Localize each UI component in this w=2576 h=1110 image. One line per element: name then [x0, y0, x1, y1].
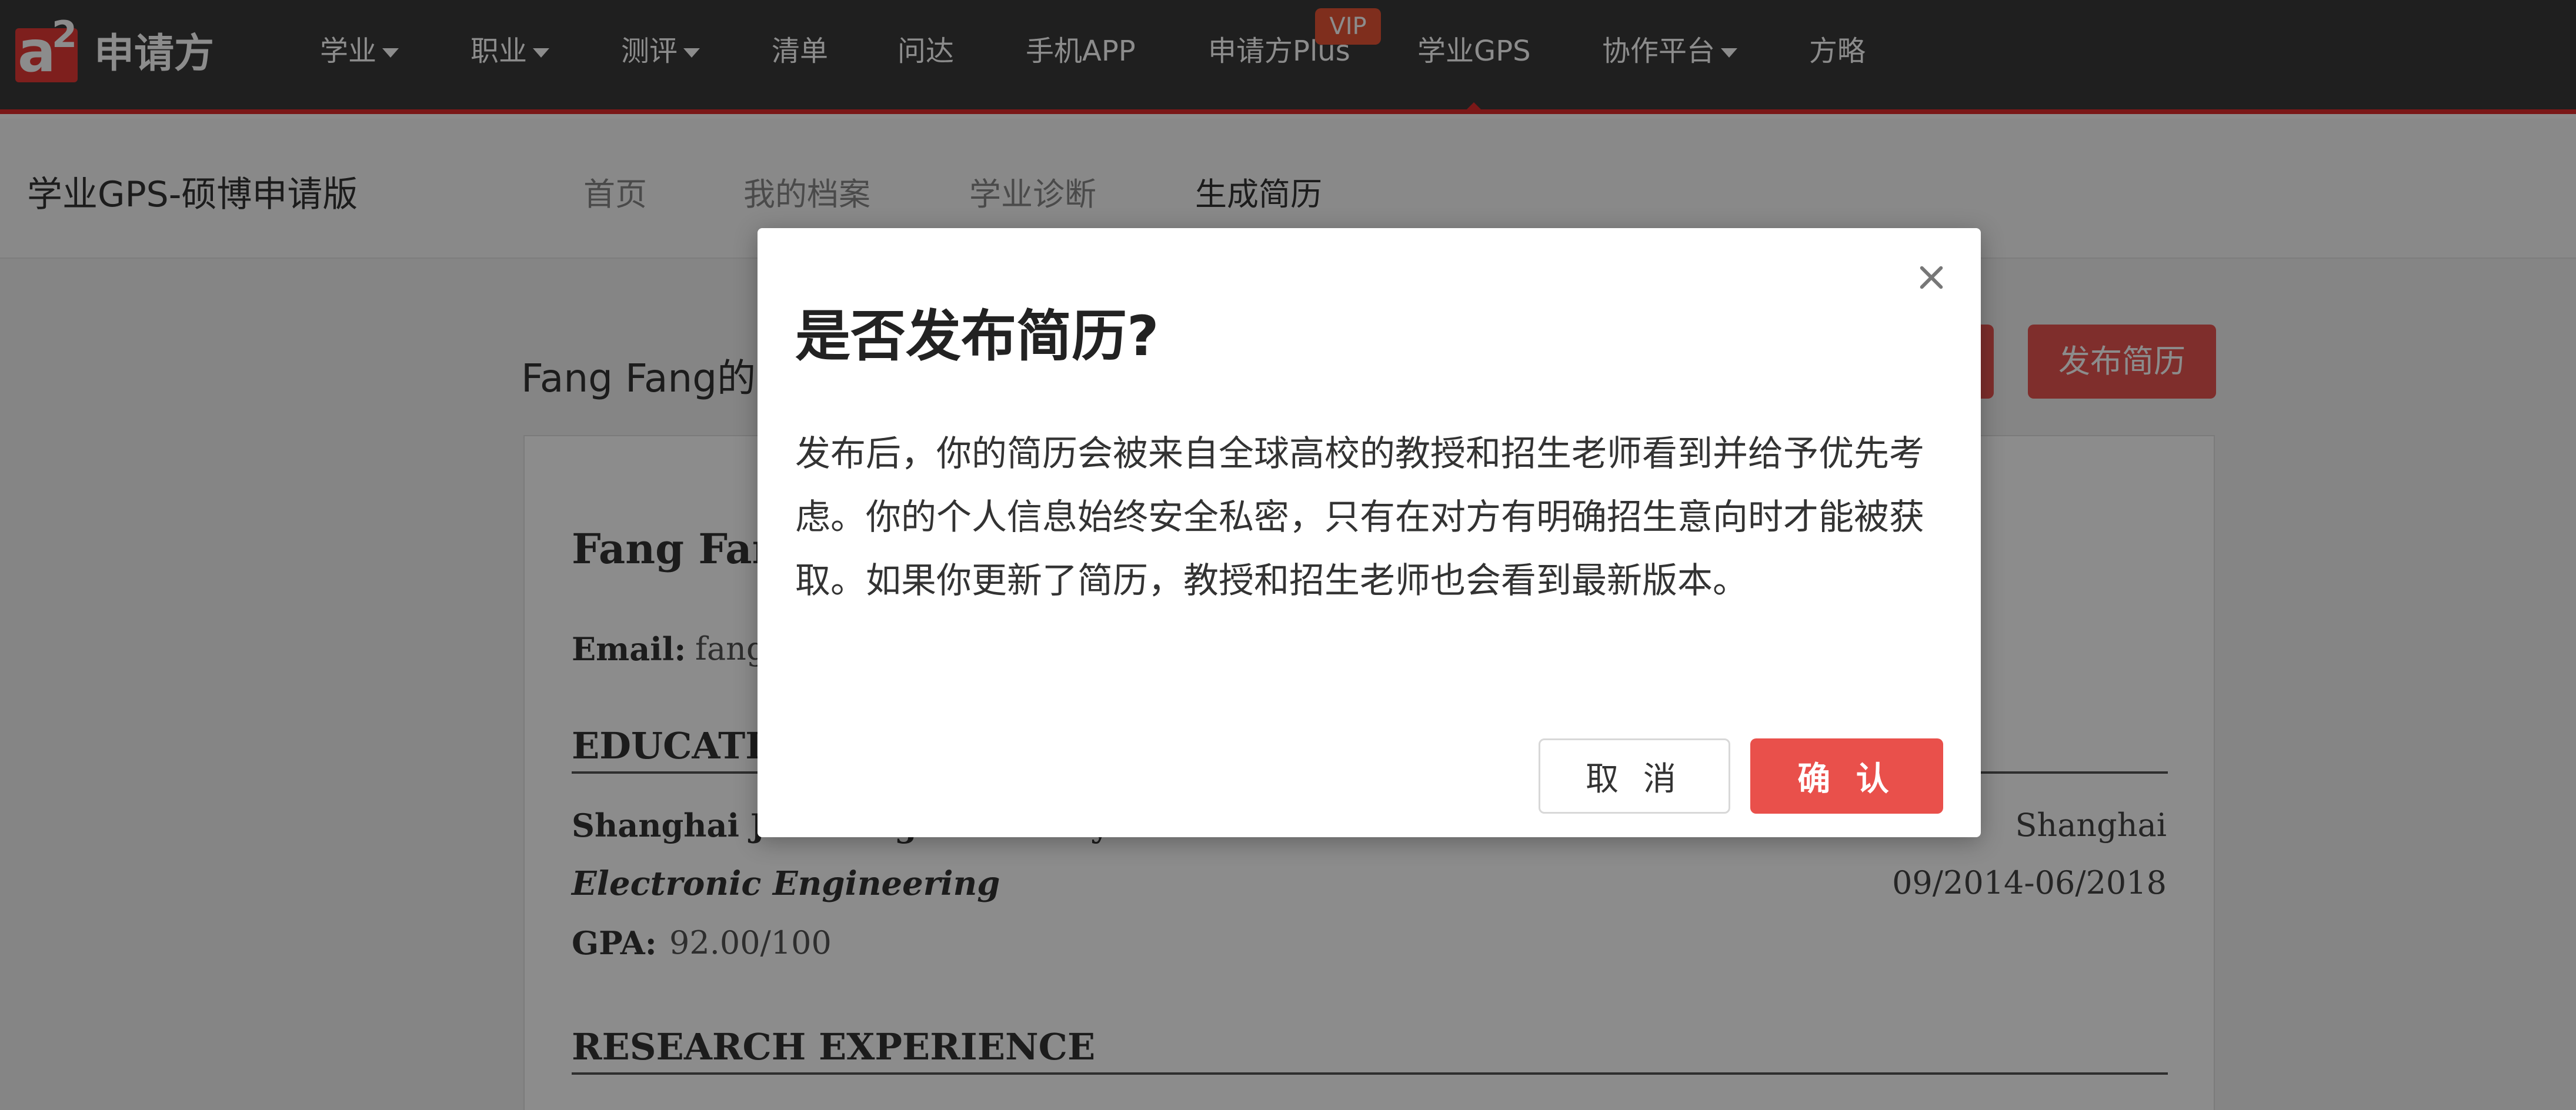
- publish-confirm-dialog: 是否发布简历? 发布后，你的简历会被来自全球高校的教授和招生老师看到并给予优先考…: [758, 228, 1981, 837]
- cancel-button[interactable]: 取 消: [1539, 738, 1730, 814]
- dialog-title: 是否发布简历?: [795, 305, 1159, 369]
- close-icon[interactable]: [1913, 259, 1950, 296]
- dialog-message: 发布后，你的简历会被来自全球高校的教授和招生老师看到并给予优先考虑。你的个人信息…: [795, 433, 1924, 601]
- confirm-button[interactable]: 确 认: [1750, 738, 1943, 814]
